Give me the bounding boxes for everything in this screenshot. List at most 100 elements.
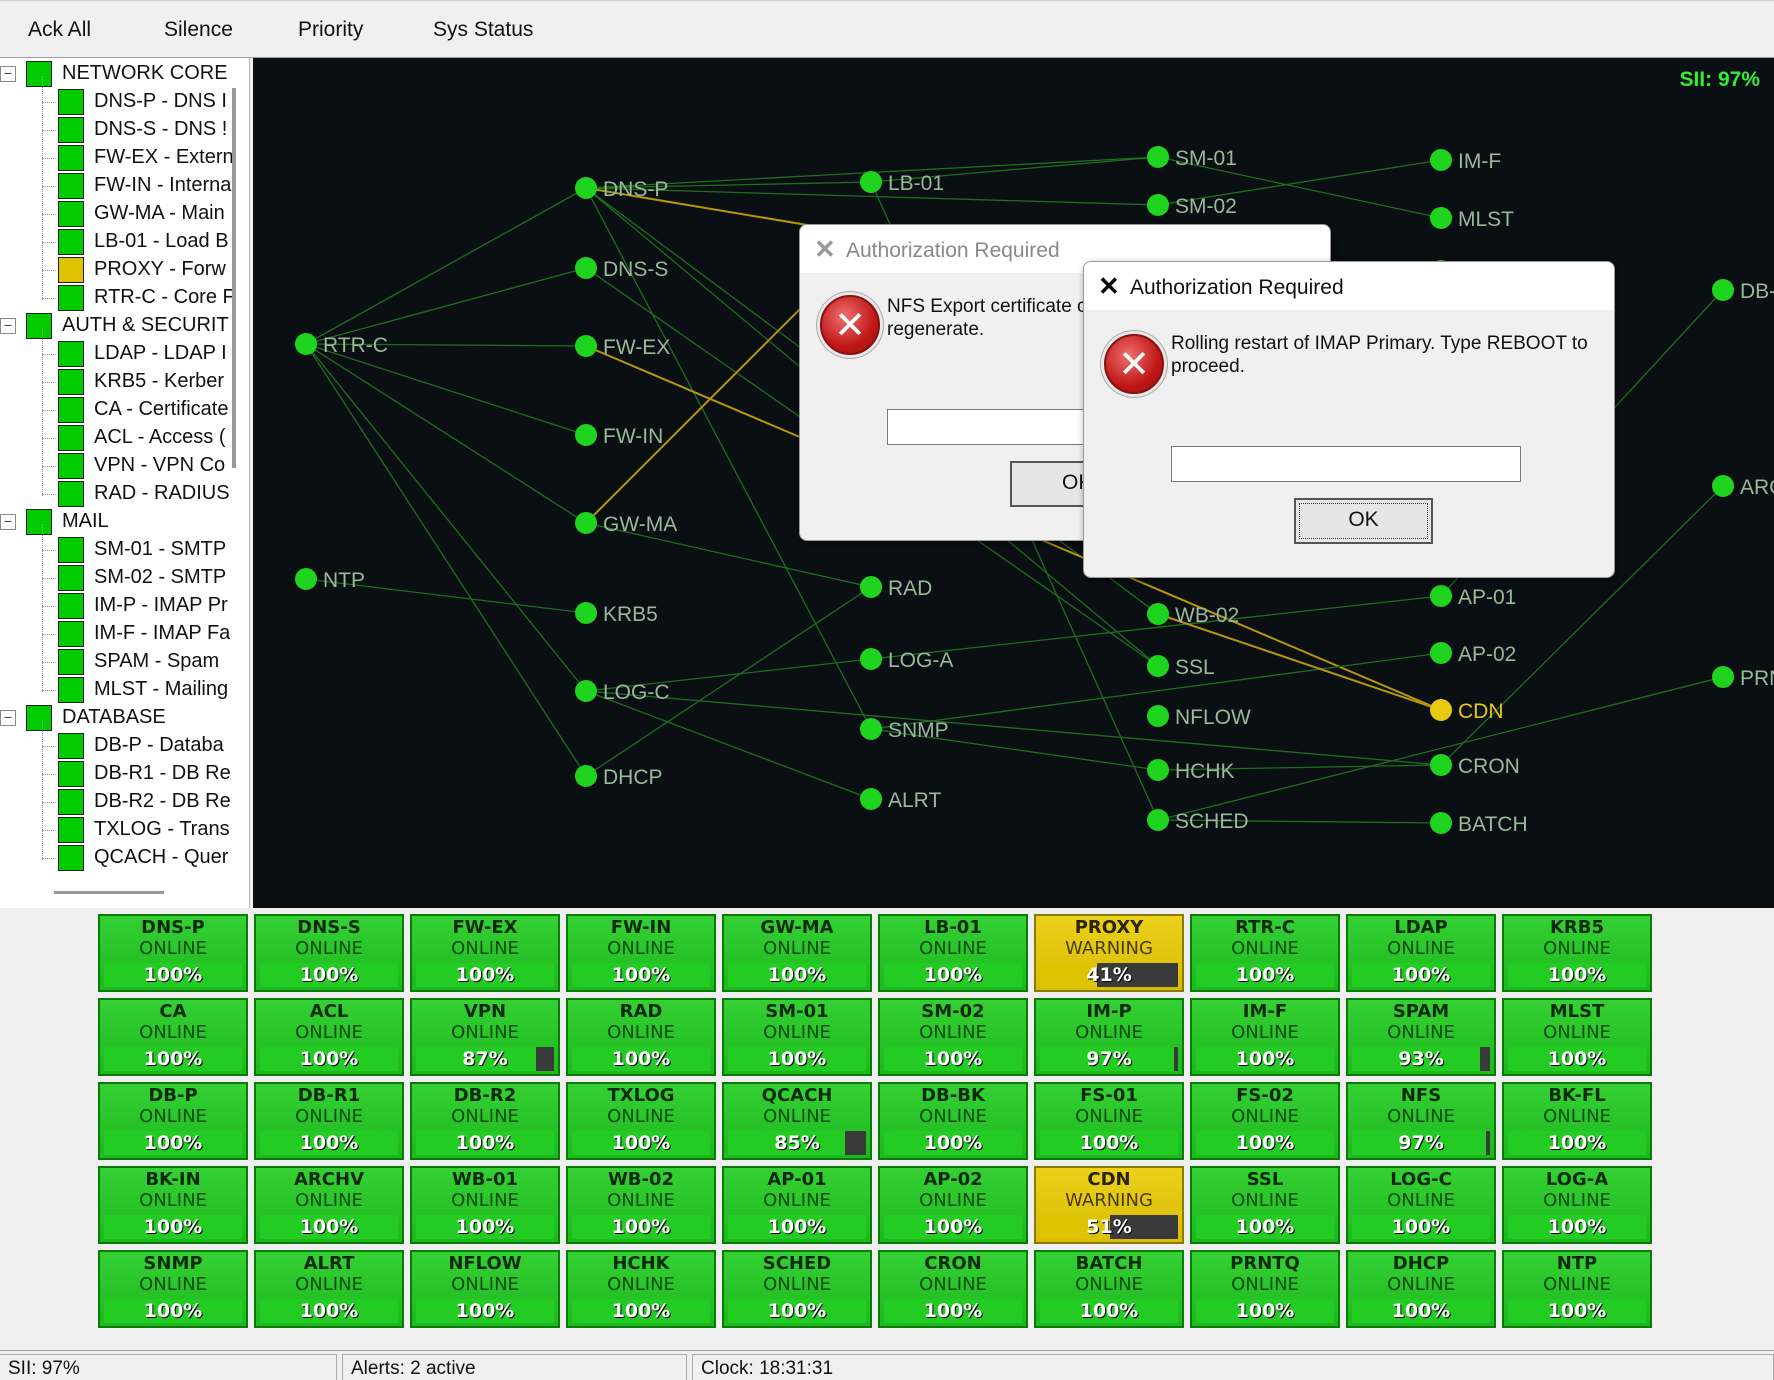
status-tile[interactable]: NFLOW ONLINE 100% [410, 1250, 560, 1328]
status-tile[interactable]: PRNTQ ONLINE 100% [1190, 1250, 1340, 1328]
status-tile[interactable]: DNS-P ONLINE 100% [98, 914, 248, 992]
network-node[interactable]: RAD [860, 576, 932, 600]
tree-item[interactable]: FW-EX - Extern [0, 144, 232, 172]
status-tile[interactable]: SCHED ONLINE 100% [722, 1250, 872, 1328]
network-node[interactable]: DB- [1712, 279, 1774, 303]
node-dot[interactable] [1712, 279, 1734, 301]
network-node[interactable]: MLST [1430, 207, 1514, 231]
collapse-toggle-icon[interactable]: − [0, 514, 16, 530]
tree-item[interactable]: SM-01 - SMTP [0, 536, 232, 564]
network-node[interactable]: ALRT [860, 788, 941, 812]
status-tile[interactable]: SNMP ONLINE 100% [98, 1250, 248, 1328]
network-node[interactable]: DNS-S [575, 257, 668, 281]
tree-item[interactable]: QCACH - Quer [0, 844, 232, 872]
tree-item[interactable]: DB-R1 - DB Re [0, 760, 232, 788]
network-node[interactable]: KRB5 [575, 602, 658, 626]
status-tile[interactable]: NFS ONLINE 97% [1346, 1082, 1496, 1160]
node-dot[interactable] [1430, 812, 1452, 834]
tree-item[interactable]: ACL - Access ( [0, 424, 232, 452]
tree-item[interactable]: SPAM - Spam [0, 648, 232, 676]
network-node[interactable]: SM-01 [1147, 146, 1237, 170]
network-node[interactable]: CDN [1430, 699, 1504, 723]
status-tile[interactable]: SM-02 ONLINE 100% [878, 998, 1028, 1076]
tree-group[interactable]: − DATABASE [0, 704, 232, 732]
network-node[interactable]: IM-F [1430, 149, 1501, 173]
status-tile[interactable]: SPAM ONLINE 93% [1346, 998, 1496, 1076]
tree-item[interactable]: SM-02 - SMTP [0, 564, 232, 592]
status-tile[interactable]: RAD ONLINE 100% [566, 998, 716, 1076]
tree-item[interactable]: DB-P - Databa [0, 732, 232, 760]
node-dot[interactable] [575, 512, 597, 534]
dialog-input[interactable] [1171, 446, 1521, 482]
node-dot[interactable] [860, 648, 882, 670]
status-tile[interactable]: ALRT ONLINE 100% [254, 1250, 404, 1328]
node-dot[interactable] [860, 576, 882, 598]
status-tile[interactable]: DB-BK ONLINE 100% [878, 1082, 1028, 1160]
tree-item[interactable]: FW-IN - Interna [0, 172, 232, 200]
tree-item[interactable]: GW-MA - Main [0, 200, 232, 228]
status-tile[interactable]: TXLOG ONLINE 100% [566, 1082, 716, 1160]
menu-silence[interactable]: Silence [164, 18, 233, 42]
auth-dialog-imap[interactable]: ✕ Authorization Required ✕ Rolling resta… [1083, 261, 1615, 578]
network-node[interactable]: NTP [295, 568, 365, 592]
node-dot[interactable] [1147, 146, 1169, 168]
status-tile[interactable]: LB-01 ONLINE 100% [878, 914, 1028, 992]
node-dot[interactable] [575, 680, 597, 702]
node-dot[interactable] [1430, 754, 1452, 776]
tree-group[interactable]: − AUTH & SECURIT [0, 312, 232, 340]
node-dot[interactable] [1712, 666, 1734, 688]
node-dot[interactable] [860, 788, 882, 810]
status-tile[interactable]: LOG-C ONLINE 100% [1346, 1166, 1496, 1244]
status-tile[interactable]: IM-P ONLINE 97% [1034, 998, 1184, 1076]
tree-item[interactable]: TXLOG - Trans [0, 816, 232, 844]
node-dot[interactable] [1430, 585, 1452, 607]
tree-item[interactable]: RTR-C - Core F [0, 284, 232, 312]
status-tile[interactable]: QCACH ONLINE 85% [722, 1082, 872, 1160]
node-dot[interactable] [575, 177, 597, 199]
status-tile[interactable]: DB-R2 ONLINE 100% [410, 1082, 560, 1160]
node-dot[interactable] [1147, 759, 1169, 781]
status-tile[interactable]: BATCH ONLINE 100% [1034, 1250, 1184, 1328]
status-tile[interactable]: SSL ONLINE 100% [1190, 1166, 1340, 1244]
network-node[interactable]: LOG-C [575, 680, 670, 704]
tree-item[interactable]: IM-P - IMAP Pr [0, 592, 232, 620]
status-tile[interactable]: KRB5 ONLINE 100% [1502, 914, 1652, 992]
menu-priority[interactable]: Priority [298, 18, 363, 42]
status-tile[interactable]: BK-IN ONLINE 100% [98, 1166, 248, 1244]
collapse-toggle-icon[interactable]: − [0, 66, 16, 82]
network-node[interactable]: AP-02 [1430, 642, 1516, 666]
status-tile[interactable]: LOG-A ONLINE 100% [1502, 1166, 1652, 1244]
tree-item[interactable]: LB-01 - Load B [0, 228, 232, 256]
status-tile[interactable]: VPN ONLINE 87% [410, 998, 560, 1076]
status-tile[interactable]: MLST ONLINE 100% [1502, 998, 1652, 1076]
network-node[interactable]: DHCP [575, 765, 663, 789]
tree-item[interactable]: DNS-P - DNS I [0, 88, 232, 116]
status-tile[interactable]: FS-02 ONLINE 100% [1190, 1082, 1340, 1160]
status-tile[interactable]: LDAP ONLINE 100% [1346, 914, 1496, 992]
node-dot[interactable] [1430, 207, 1452, 229]
status-tile[interactable]: PROXY WARNING 41% [1034, 914, 1184, 992]
network-node[interactable]: SM-02 [1147, 194, 1237, 218]
tree-item[interactable]: KRB5 - Kerber [0, 368, 232, 396]
node-dot[interactable] [1430, 642, 1452, 664]
network-node[interactable]: SNMP [860, 718, 949, 742]
status-tile[interactable]: CDN WARNING 51% [1034, 1166, 1184, 1244]
network-node[interactable]: LOG-A [860, 648, 953, 672]
network-node[interactable]: RTR-C [295, 333, 388, 357]
status-tile[interactable]: FW-EX ONLINE 100% [410, 914, 560, 992]
network-node[interactable]: WB-02 [1147, 603, 1239, 627]
node-dot[interactable] [1147, 809, 1169, 831]
status-tile[interactable]: CRON ONLINE 100% [878, 1250, 1028, 1328]
service-tree[interactable]: − NETWORK CORE DNS-P - DNS I DNS-S - DNS ! F… [0, 58, 250, 908]
node-dot[interactable] [575, 602, 597, 624]
network-node[interactable]: CRON [1430, 754, 1520, 778]
tree-horizontal-scrollbar[interactable] [54, 891, 164, 894]
status-tile[interactable]: DNS-S ONLINE 100% [254, 914, 404, 992]
network-node[interactable]: ARC [1712, 475, 1774, 499]
status-tile[interactable]: GW-MA ONLINE 100% [722, 914, 872, 992]
tree-item[interactable]: CA - Certificate [0, 396, 232, 424]
node-dot[interactable] [860, 171, 882, 193]
network-node[interactable]: SCHED [1147, 809, 1249, 833]
status-tile[interactable]: DB-P ONLINE 100% [98, 1082, 248, 1160]
status-tile[interactable]: NTP ONLINE 100% [1502, 1250, 1652, 1328]
